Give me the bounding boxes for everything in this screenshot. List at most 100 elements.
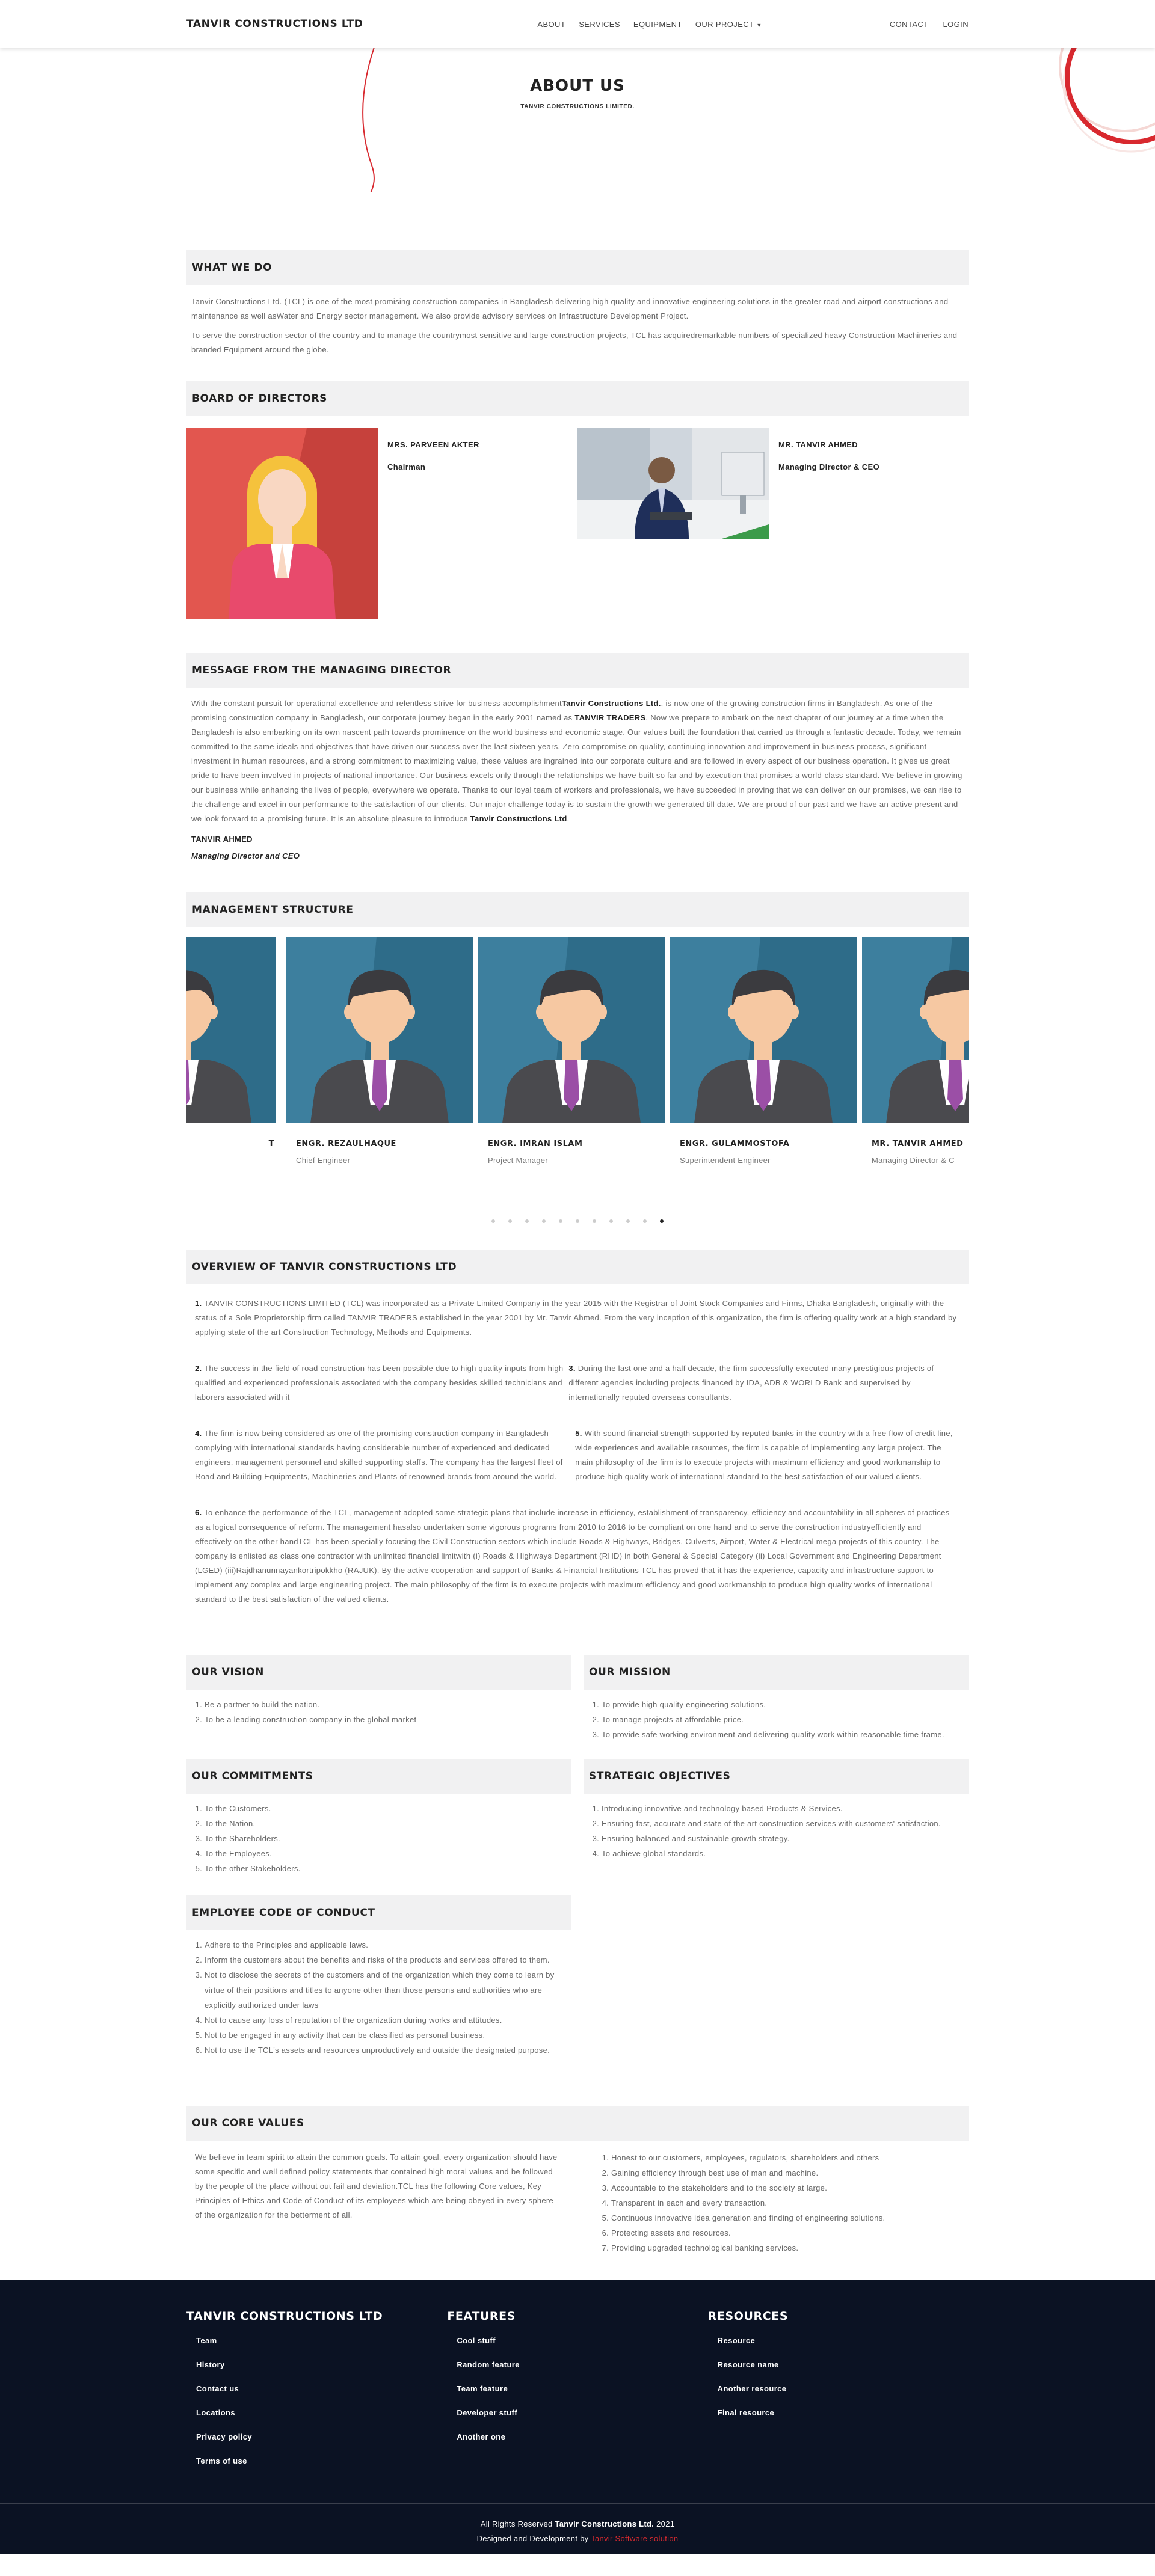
nav-our-project[interactable]: OUR PROJECT ▼ bbox=[695, 20, 762, 29]
carousel-dot[interactable] bbox=[626, 1219, 630, 1223]
overview-num-2: 2. bbox=[195, 1364, 202, 1373]
chairman-name: MRS. PARVEEN AKTER bbox=[387, 440, 479, 449]
overview-num-3: 3. bbox=[568, 1364, 576, 1373]
person-role: Superintendent Engineer bbox=[680, 1156, 771, 1165]
nav-services[interactable]: SERVICES bbox=[579, 20, 620, 29]
list-item: Continuous innovative idea generation an… bbox=[611, 2210, 960, 2225]
mission-header: OUR MISSION bbox=[584, 1655, 969, 1690]
mission-box: OUR MISSION To provide high quality engi… bbox=[584, 1655, 969, 1742]
carousel-dot[interactable] bbox=[491, 1219, 495, 1223]
footer-link[interactable]: Cool stuff bbox=[457, 2336, 707, 2360]
core-values-title: OUR CORE VALUES bbox=[192, 2117, 304, 2129]
person-name: ENGR. REZAULHAQUE bbox=[296, 1139, 396, 1148]
overview-title: OVERVIEW OF TANVIR CONSTRUCTIONS LTD bbox=[192, 1261, 457, 1273]
hero-decoration bbox=[362, 48, 1155, 192]
person-avatar bbox=[186, 937, 276, 1126]
md-role: Managing Director & CEO bbox=[778, 462, 880, 471]
chairman-role: Chairman bbox=[387, 462, 426, 471]
signature-role: Managing Director and CEO bbox=[191, 851, 300, 860]
list-item: Accountable to the stakeholders and to t… bbox=[611, 2180, 960, 2195]
nav-right: CONTACT LOGIN bbox=[890, 20, 969, 29]
footer-company-links: Team History Contact us Locations Privacy po… bbox=[186, 2336, 447, 2480]
carousel-dot[interactable] bbox=[542, 1219, 546, 1223]
carousel-dot[interactable] bbox=[525, 1219, 529, 1223]
carousel-dot[interactable] bbox=[609, 1219, 613, 1223]
overview-num-1: 1. bbox=[195, 1299, 202, 1308]
footer-link[interactable]: Developer stuff bbox=[457, 2408, 707, 2432]
person-name: MR. TANVIR AHMED bbox=[872, 1139, 964, 1148]
overview-text-5: With sound financial strength supported … bbox=[575, 1429, 953, 1481]
list-item: Not to use the TCL's assets and resource… bbox=[205, 2043, 571, 2058]
footer-link[interactable]: Another one bbox=[457, 2432, 707, 2456]
list-item: To the Customers. bbox=[205, 1801, 571, 1816]
management-title: MANAGEMENT STRUCTURE bbox=[192, 904, 354, 916]
person-role: Chief Engineer bbox=[296, 1156, 351, 1165]
footer-link[interactable]: Team feature bbox=[457, 2384, 707, 2408]
person-role: Managing Director & C bbox=[872, 1156, 955, 1165]
person-name: ENGR. IMRAN ISLAM bbox=[488, 1139, 583, 1148]
carousel-dot[interactable] bbox=[660, 1219, 664, 1223]
footer-link[interactable]: Resource bbox=[718, 2336, 969, 2360]
main-nav: ABOUT SERVICES EQUIPMENT OUR PROJECT ▼ bbox=[537, 20, 762, 29]
person-avatar bbox=[862, 937, 969, 1126]
carousel-dot[interactable] bbox=[643, 1219, 647, 1223]
nav-equipment[interactable]: EQUIPMENT bbox=[633, 20, 682, 29]
footer-link[interactable]: Locations bbox=[196, 2408, 447, 2432]
core-values-text: We believe in team spirit to attain the … bbox=[195, 2153, 558, 2219]
developer-line: Designed and Development by Tanvir Softw… bbox=[0, 2532, 1155, 2546]
strategic-box: STRATEGIC OBJECTIVES Introducing innovat… bbox=[584, 1759, 969, 2058]
list-item: To manage projects at affordable price. bbox=[602, 1712, 969, 1727]
nav-about[interactable]: ABOUT bbox=[537, 20, 565, 29]
overview-body: 1. TANVIR CONSTRUCTIONS LIMITED (TCL) wa… bbox=[186, 1296, 969, 1607]
message-text-1: With the constant pursuit for operationa… bbox=[191, 699, 562, 708]
list-item: Adhere to the Principles and applicable … bbox=[205, 1937, 571, 1952]
md-info: MR. TANVIR AHMED Managing Director & CEO bbox=[778, 428, 879, 619]
mission-list: To provide high quality engineering solu… bbox=[584, 1697, 969, 1742]
footer-link[interactable]: Privacy policy bbox=[196, 2432, 447, 2456]
strategic-title: STRATEGIC OBJECTIVES bbox=[589, 1770, 731, 1782]
copyright-text: All Rights Reserved bbox=[480, 2519, 553, 2528]
carousel-dot[interactable] bbox=[508, 1219, 512, 1223]
footer-link[interactable]: Terms of use bbox=[196, 2456, 447, 2480]
carousel-dot[interactable] bbox=[576, 1219, 579, 1223]
copyright-company: Tanvir Constructions Ltd. bbox=[555, 2519, 654, 2528]
conduct-header: EMPLOYEE CODE OF CONDUCT bbox=[186, 1895, 571, 1930]
brand-logo[interactable]: TANVIR CONSTRUCTIONS LTD bbox=[186, 18, 363, 30]
nav-our-project-label: OUR PROJECT bbox=[695, 19, 754, 29]
developer-link[interactable]: Tanvir Software solution bbox=[591, 2534, 678, 2543]
vision-list: Be a partner to build the nation.To be a… bbox=[186, 1697, 571, 1727]
management-carousel[interactable]: T ENGR. REZAULHAQUE Chief Engineer ENGR.… bbox=[186, 937, 969, 1201]
caret-down-icon: ▼ bbox=[756, 22, 762, 28]
carousel-dot[interactable] bbox=[593, 1219, 596, 1223]
conduct-title: EMPLOYEE CODE OF CONDUCT bbox=[192, 1907, 375, 1919]
person-name: T bbox=[268, 1139, 274, 1148]
strategic-list: Introducing innovative and technology ba… bbox=[584, 1801, 969, 1861]
person-name: ENGR. GULAMMOSTOFA bbox=[680, 1139, 790, 1148]
overview-num-5: 5. bbox=[575, 1429, 582, 1438]
person-role: Project Manager bbox=[488, 1156, 548, 1165]
commitments-strategic-row: OUR COMMITMENTS To the Customers.To the … bbox=[186, 1759, 969, 2058]
footer-link[interactable]: Resource name bbox=[718, 2360, 969, 2384]
footer-link[interactable]: Final resource bbox=[718, 2408, 969, 2432]
overview-row-1: 2. The success in the field of road cons… bbox=[195, 1361, 960, 1405]
message-body: With the constant pursuit for operationa… bbox=[186, 696, 969, 826]
footer-link[interactable]: Team bbox=[196, 2336, 447, 2360]
list-item: Inform the customers about the benefits … bbox=[205, 1952, 571, 1967]
footer-link[interactable]: Random feature bbox=[457, 2360, 707, 2384]
chairman-avatar bbox=[186, 428, 378, 619]
footer-link[interactable]: History bbox=[196, 2360, 447, 2384]
nav-login[interactable]: LOGIN bbox=[943, 20, 969, 29]
list-item: To the other Stakeholders. bbox=[205, 1861, 571, 1876]
message-text-4: . bbox=[567, 814, 570, 823]
overview-num-6: 6. bbox=[195, 1508, 202, 1517]
footer-link[interactable]: Another resource bbox=[718, 2384, 969, 2408]
carousel-dot[interactable] bbox=[559, 1219, 562, 1223]
nav-contact[interactable]: CONTACT bbox=[890, 20, 929, 29]
overview-text-4: The firm is now being considered as one … bbox=[195, 1429, 563, 1481]
list-item: Transparent in each and every transactio… bbox=[611, 2195, 960, 2210]
page-title: ABOUT US bbox=[530, 77, 625, 95]
what-we-do-header: WHAT WE DO bbox=[186, 250, 969, 285]
footer-link[interactable]: Contact us bbox=[196, 2384, 447, 2408]
list-item: Introducing innovative and technology ba… bbox=[602, 1801, 969, 1816]
footer-resources-links: Resource Resource name Another resource Fin… bbox=[708, 2336, 969, 2432]
